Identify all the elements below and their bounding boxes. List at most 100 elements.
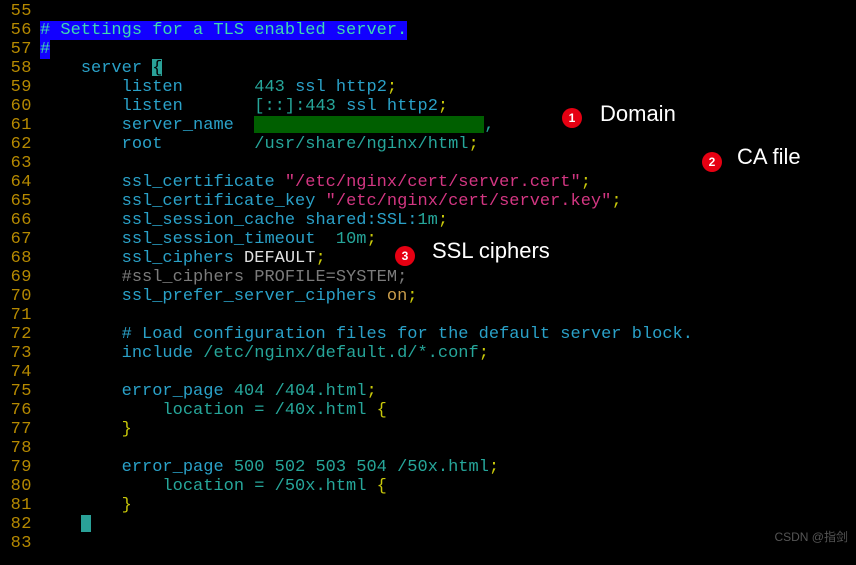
semicolon: ; [366,230,376,249]
value: [::]:443 [254,97,336,116]
value: DEFAULT [234,249,316,268]
value: ssl http2 [285,78,387,97]
line-number: 63 [0,154,40,173]
code-line: 66 ssl_session_cache shared:SSL:1m; [0,211,856,230]
path: /50x.html [387,458,489,477]
line-number: 65 [0,192,40,211]
semicolon: ; [479,344,489,363]
directive-error-page: error_page [122,382,224,401]
badge-2-icon: 2 [702,152,722,172]
line-number: 80 [0,477,40,496]
code-editor: 55 56 # Settings for a TLS enabled serve… [0,0,856,553]
code-line: 65 ssl_certificate_key "/etc/nginx/cert/… [0,192,856,211]
directive-include: include [122,344,193,363]
code-line: 62 root /usr/share/nginx/html; [0,135,856,154]
directive-root: root [122,135,163,154]
comment-hash: # [40,21,50,40]
code-line: 69 #ssl_ciphers PROFILE=SYSTEM; [0,268,856,287]
code-line: 67 ssl_session_timeout 10m; [0,230,856,249]
value: 10m [336,230,367,249]
code-line: 63 [0,154,856,173]
value: on [377,287,408,306]
directive-ssl-certificate: ssl_certificate [122,173,275,192]
code-line: 79 error_page 500 502 503 504 /50x.html; [0,458,856,477]
brace-open-hl: { [152,59,162,76]
code-line: 75 error_page 404 /404.html; [0,382,856,401]
line-number: 77 [0,420,40,439]
code-line: 76 location = /40x.html { [0,401,856,420]
line-number: 57 [0,40,40,59]
watermark: CSDN @指剑 [774,528,848,547]
code-line: 82 [0,515,856,534]
code-line: 71 [0,306,856,325]
code-line: 81 } [0,496,856,515]
semicolon: ; [407,287,417,306]
string: "/etc/nginx/cert/server.cert" [285,173,581,192]
annotation-domain: Domain [600,104,676,123]
annotation-ssl-ciphers: SSL ciphers [432,241,550,260]
code-line: 78 [0,439,856,458]
line-number: 78 [0,439,40,458]
line-number: 72 [0,325,40,344]
code-line: 72 # Load configuration files for the de… [0,325,856,344]
semicolon: ; [489,458,499,477]
line-number: 74 [0,363,40,382]
path: /etc/nginx/default.d/*.conf [193,344,479,363]
brace-open: { [377,477,387,496]
value: , [484,116,494,135]
path: /404.html [264,382,366,401]
line-number: 75 [0,382,40,401]
directive-listen: listen [122,97,183,116]
line-number: 81 [0,496,40,515]
directive-location: location = /40x.html [162,401,376,420]
semicolon: ; [469,135,479,154]
code-line: 77 } [0,420,856,439]
line-number: 71 [0,306,40,325]
value: shared:SSL: [295,211,417,230]
directive-location: location = /50x.html [162,477,376,496]
directive-ssl-session-timeout: ssl_session_timeout [122,230,316,249]
comment-hash: # [40,40,50,59]
code-line: 80 location = /50x.html { [0,477,856,496]
line-number: 66 [0,211,40,230]
value: 500 502 503 504 [224,458,387,477]
semicolon: ; [611,192,621,211]
cursor-icon [81,515,91,532]
line-number: 67 [0,230,40,249]
code-line: 60 listen [::]:443 ssl http2; [0,97,856,116]
line-number: 59 [0,78,40,97]
code-line: 58 server { [0,59,856,78]
semicolon: ; [581,173,591,192]
semicolon: ; [438,97,448,116]
annotation-ca-file: CA file [737,147,801,166]
badge-1-icon: 1 [562,108,582,128]
string: "/etc/nginx/cert/server.key" [326,192,612,211]
code-line: 56 # Settings for a TLS enabled server. [0,21,856,40]
line-number: 64 [0,173,40,192]
code-line: 55 [0,2,856,21]
line-number: 55 [0,2,40,21]
code-line: 64 ssl_certificate "/etc/nginx/cert/serv… [0,173,856,192]
brace-close: } [122,496,132,515]
badge-3-icon: 3 [395,246,415,266]
brace-close: } [122,420,132,439]
line-number: 69 [0,268,40,287]
semicolon: ; [387,78,397,97]
path: /usr/share/nginx/html [254,135,468,154]
line-number: 62 [0,135,40,154]
code-line: 74 [0,363,856,382]
comment-text: Settings for a TLS enabled server. [50,21,407,40]
line-number: 60 [0,97,40,116]
semicolon: ; [315,249,325,268]
directive-server-name: server_name [122,116,234,135]
directive-ssl-certificate-key: ssl_certificate_key [122,192,316,211]
line-number: 79 [0,458,40,477]
code-line: 59 listen 443 ssl http2; [0,78,856,97]
value: 443 [254,78,285,97]
value: ssl http2 [336,97,438,116]
line-number: 68 [0,249,40,268]
directive-ssl-prefer: ssl_prefer_server_ciphers [122,287,377,306]
keyword-server: server [81,59,142,78]
comment-text: # Load configuration files for the defau… [122,325,693,344]
line-number: 61 [0,116,40,135]
